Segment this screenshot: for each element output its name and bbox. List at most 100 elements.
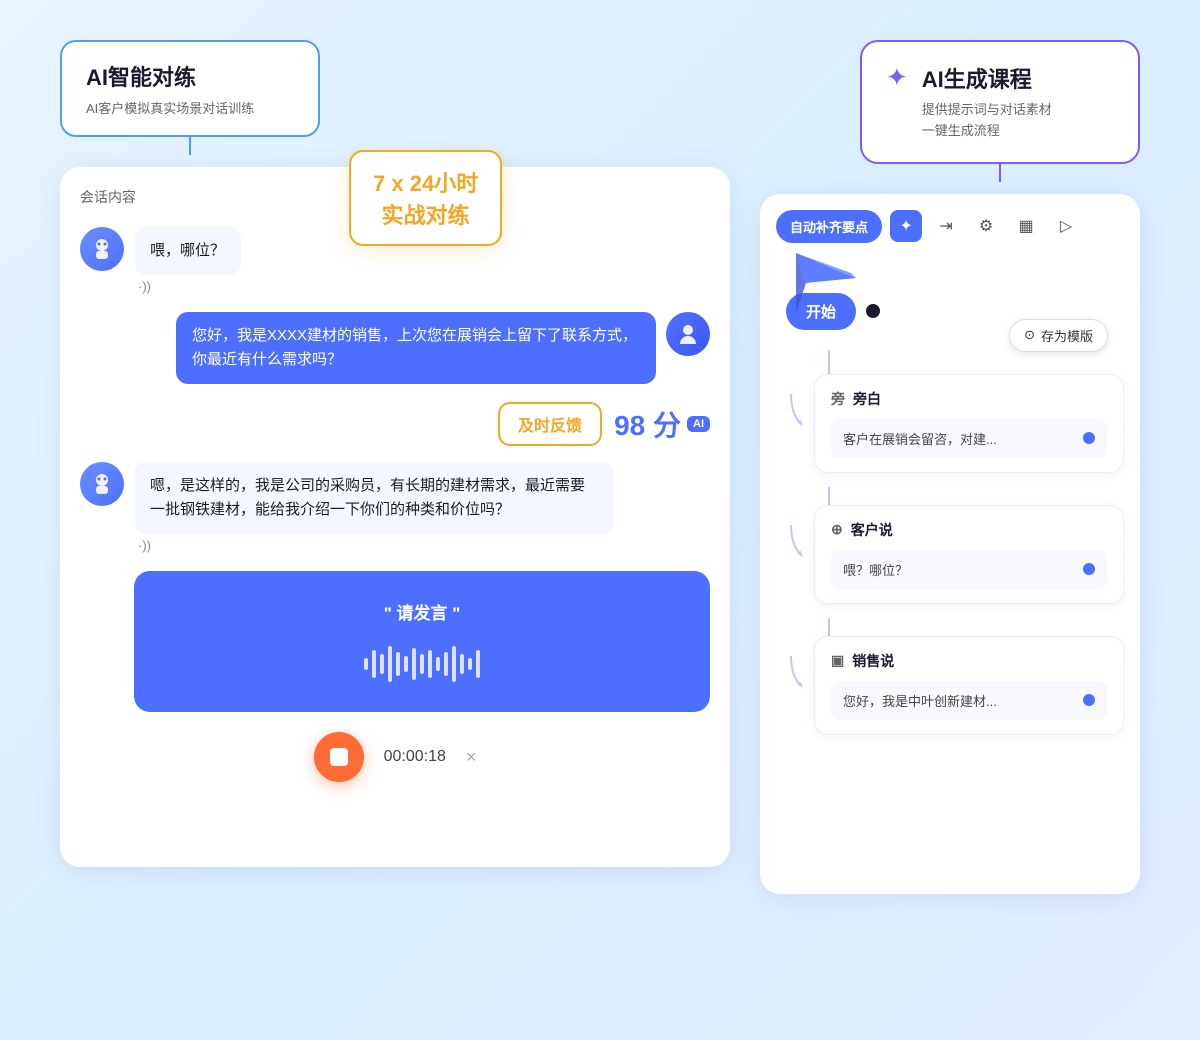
feedback-badge: 及时反馈 [498,402,602,446]
play-toolbar-icon[interactable]: ▷ [1050,210,1082,242]
main-container: AI智能对练 AI客户模拟真实场景对话训练 7 x 24小时 实战对练 会话内容 [0,0,1200,1040]
flow-arrow-3 [776,636,806,696]
layout-toolbar-icon[interactable]: ▦ [1010,210,1042,242]
timer: 00:00:18 [384,748,446,766]
voice-input-area: " 请发言 " [134,571,710,712]
sound-1: ·)) [134,279,241,294]
bubble-2: 您好，我是XXXX建材的销售，上次您在展销会上留下了联系方式，你最近有什么需求吗… [176,312,656,384]
chat-panel: 会话内容 喂，哪位？ ·)) [60,167,730,867]
narration-card: 旁 旁白 客户在展销会留咨，对建... [814,374,1124,473]
record-icon [330,748,348,766]
narration-label: 旁白 [853,389,881,409]
wave-bar [444,652,448,676]
left-panel: AI智能对练 AI客户模拟真实场景对话训练 7 x 24小时 实战对练 会话内容 [60,40,730,867]
bubble-3: 嗯，是这样的，我是公司的采购员，有长期的建材需求，最近需要一批钢铁建材，能给我介… [134,462,614,553]
bubble-text-3: 嗯，是这样的，我是公司的采购员，有长期的建材需求，最近需要一批钢铁建材，能给我介… [134,462,614,534]
ai-tag: AI [687,416,710,432]
save-template-button[interactable]: ⊙ 存为模版 [1009,319,1108,352]
sales-text: 您好，我是中叶创新建材... [843,691,997,710]
right-panel: ✦ AI生成课程 提供提示词与对话素材 一键生成流程 自动补齐要点 ✦ ⇥ ⚙ … [760,40,1140,894]
wave-bar [420,654,424,674]
auto-fill-button[interactable]: 自动补齐要点 [776,210,882,243]
wave-bar [436,657,440,671]
wave-bar [396,652,400,676]
narration-content: 客户在展销会留咨，对建... [831,419,1107,458]
wave-bar [452,646,456,682]
curved-arrow-2 [776,525,806,565]
badge-line1: 7 x 24小时 [373,166,478,198]
wave-bar [460,654,464,674]
flow-arrow-2 [776,505,806,565]
sales-content: 您好，我是中叶创新建材... [831,681,1107,720]
robot-avatar [80,227,124,271]
sparkle-toolbar-icon[interactable]: ✦ [890,210,922,242]
sales-header: ▣ 销售说 [831,651,1107,671]
ai-subtitle: AI客户模拟真实场景对话训练 [86,98,294,117]
narration-text: 客户在展销会留咨，对建... [843,429,997,448]
record-button[interactable] [314,732,364,782]
customer-text: 喂？哪位？ [843,560,908,579]
blue-arrow-decoration [796,253,886,318]
sales-icon: ▣ [831,652,844,669]
score-badge: 98 分 AI [614,404,710,444]
wave-bar [428,650,432,678]
narration-header: 旁 旁白 [831,389,1107,409]
close-button[interactable]: × [466,747,477,768]
sales-dot [1083,694,1095,706]
score-row: 及时反馈 98 分 AI [80,402,710,446]
badge-line2: 实战对练 [373,198,478,230]
bubble-1: 喂，哪位？ ·)) [134,227,241,294]
sales-card: ▣ 销售说 您好，我是中叶创新建材... [814,636,1124,735]
connector-1 [828,350,830,374]
voice-prompt: " 请发言 " [164,599,680,624]
chat-msg-3: 嗯，是这样的，我是公司的采购员，有长期的建材需求，最近需要一批钢铁建材，能给我介… [80,462,710,553]
flow-arrow-1 [776,374,806,434]
ai-course-info: AI生成课程 提供提示词与对话素材 一键生成流程 [922,62,1052,142]
curved-arrow-1 [776,394,806,434]
settings-toolbar-icon[interactable]: ⚙ [970,210,1002,242]
chat-msg-2: 您好，我是XXXX建材的销售，上次您在展销会上留下了联系方式，你最近有什么需求吗… [80,312,710,384]
wave-bar [476,650,480,678]
bubble-text-2: 您好，我是XXXX建材的销售，上次您在展销会上留下了联系方式，你最近有什么需求吗… [176,312,656,384]
customer-dot [1083,563,1095,575]
sound-3: ·)) [134,538,614,553]
robot-avatar-2 [80,462,124,506]
waveform [164,644,680,684]
ai-sparkle-icon: ✦ [886,62,908,93]
score-value: 98 分 [614,404,681,444]
narration-dot [1083,432,1095,444]
ai-course-card: ✦ AI生成课程 提供提示词与对话素材 一键生成流程 [860,40,1140,164]
person-avatar [666,312,710,356]
flow-toolbar: 自动补齐要点 ✦ ⇥ ⚙ ▦ ▷ [776,210,1124,243]
save-icon: ⊙ [1024,327,1035,343]
customer-icon: ⊕ [831,521,843,538]
wave-bar [380,654,384,674]
ai-title-card: AI智能对练 AI客户模拟真实场景对话训练 [60,40,320,137]
flow-row-3: ▣ 销售说 您好，我是中叶创新建材... [776,636,1124,749]
wave-bar [404,656,408,672]
wave-bar [372,650,376,678]
wave-bar [388,646,392,682]
connector-2 [828,487,830,505]
save-label: 存为模版 [1041,326,1093,345]
ai-course-desc: 提供提示词与对话素材 一键生成流程 [922,100,1052,142]
curved-arrow-3 [776,656,806,696]
customer-label: 客户说 [851,520,893,540]
narration-icon: 旁 [831,389,845,409]
ai-course-title: AI生成课程 [922,62,1052,94]
flow-panel: 自动补齐要点 ✦ ⇥ ⚙ ▦ ▷ ⊙ 存为模版 [760,194,1140,894]
sales-label: 销售说 [852,651,894,671]
bubble-text-1: 喂，哪位？ [134,227,241,275]
connector-3 [828,618,830,636]
customer-header: ⊕ 客户说 [831,520,1107,540]
flow-row-2: ⊕ 客户说 喂？哪位？ [776,505,1124,618]
customer-content: 喂？哪位？ [831,550,1107,589]
center-badge: 7 x 24小时 实战对练 [349,150,502,246]
wave-bar [364,658,368,670]
wave-bar [468,658,472,670]
flow-row-1: 旁 旁白 客户在展销会留咨，对建... [776,374,1124,487]
login-toolbar-icon[interactable]: ⇥ [930,210,962,242]
ai-title: AI智能对练 [86,60,294,92]
bottom-controls: 00:00:18 × [80,732,710,792]
wave-bar [412,648,416,680]
